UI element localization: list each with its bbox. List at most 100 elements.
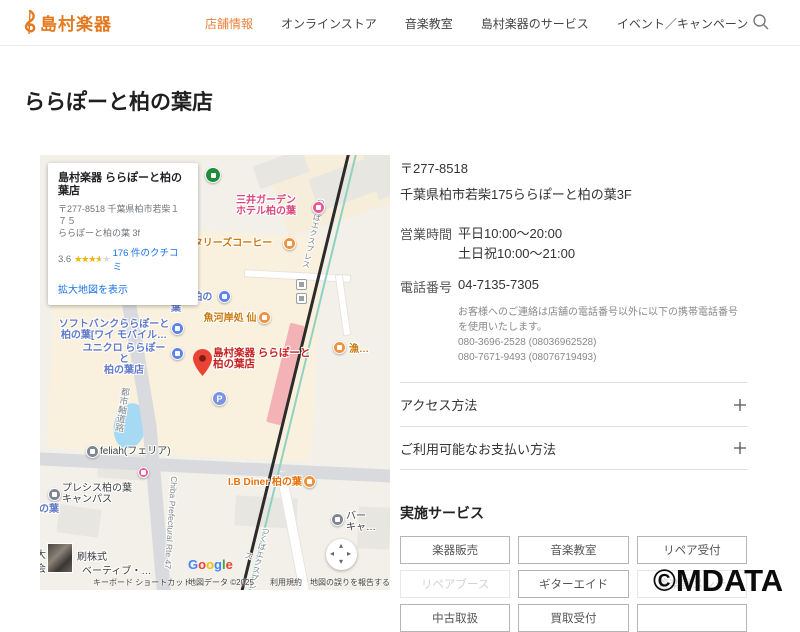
road-minor [278,477,311,590]
map-card-address: 〒277-8518 千葉県柏市若柴１７５ ららぽーと柏の葉 3f [58,204,180,238]
pan-down-icon[interactable]: ▾ [339,558,343,566]
poi-feliah[interactable]: feliah(フェリア) [100,446,195,457]
accordion-list: アクセス方法 ご利用可能なお支払い方法 [400,382,747,470]
place-pin-icon[interactable] [48,488,61,501]
parking-poi-icon[interactable]: P [212,391,227,406]
accordion-payment-label: ご利用可能なお支払い方法 [400,441,557,457]
phone-note: お客様へのご連絡は店舗の電話番号以外に以下の携帯電話番号を使用いたします。 08… [458,305,747,365]
phone-row: 電話番号 04-7135-7305 [400,277,747,296]
map-data-label: 地図データ ©2025 [188,578,254,587]
map-card-title: 島村楽器 ららぽーと柏の葉店 [58,172,183,197]
plus-icon [734,398,746,411]
poi-uniqlo[interactable]: ユニクロ ららぽーと 柏の葉店 [78,343,170,376]
service-music-school[interactable]: 音楽教室 [518,536,629,564]
hours-row: 営業時間 平日10:00〜20:00 土日祝10:00〜21:00 [400,224,747,264]
plus-icon [734,442,746,454]
pink-poi-icon[interactable] [138,467,149,478]
rating-value: 3.6 [58,253,72,265]
road-minor [335,274,351,336]
map-photo-caption: 刷株式 [77,552,107,563]
hours-weekend: 土日祝10:00〜21:00 [458,246,576,261]
poi-partial-noha[interactable]: の葉 [40,504,62,515]
nav-services[interactable]: 島村楽器のサービス [481,15,589,32]
pan-up-icon[interactable]: ▴ [339,542,343,550]
bar-poi-icon[interactable] [303,475,316,488]
service-hidden[interactable] [636,604,747,632]
poi-ib-diner[interactable]: I.B Diner 柏の葉 [228,477,308,488]
page-title: ららぽーと柏の葉店 [24,91,213,114]
enlarge-map-link[interactable]: 拡大地図を表示 [58,281,188,296]
google-logo[interactable]: Google [188,557,233,572]
hotel-poi-icon[interactable] [312,201,325,214]
report-error-link[interactable]: 地図の誤りを報告する [310,577,390,588]
services-title: 実施サービス [400,505,484,521]
poi-softbank[interactable]: ソフトバンクららぽーと 柏の葉[ワイ モバイル… [58,319,170,341]
google-map-embed[interactable]: → ← つくばエクスプレス つくばエクスプレス 都市軸道路 Chiba Pref… [40,155,390,590]
treble-clef-icon [24,9,36,35]
service-repair-booth[interactable]: リペアブース [400,570,511,598]
restaurant-poi-icon[interactable] [258,311,271,324]
service-guitar-aid[interactable]: ギターエイド [518,570,629,598]
pan-right-icon[interactable]: ▸ [347,550,351,558]
poi-tullys-coffee[interactable]: タリーズコーヒー [185,238,280,249]
shop-poi-icon[interactable] [171,347,184,360]
map-attribution: キーボード ショートカット 地図データ ©2025 利用規約 地図の誤りを報告す… [40,577,390,589]
poi-purecis[interactable]: プレシス柏の葉 キャンパス [62,483,136,505]
service-used-instruments[interactable]: 中古取扱 [400,604,511,632]
station-entrance-icon[interactable] [296,279,307,290]
poi-mitsui-garden-hotel[interactable]: 三井ガーデン ホテル柏の葉 [222,195,310,217]
keyboard-shortcuts-link[interactable]: キーボード ショートカット [93,577,191,588]
mobile-number-1: 080-3696-2528 (08036962528) [458,337,597,348]
nav-store-info[interactable]: 店舗情報 [205,15,253,32]
map-photo-caption: ベーティブ・… [82,566,152,577]
map-info-card: 島村楽器 ららぽーと柏の葉店 〒277-8518 千葉県柏市若柴１７５ ららぽー… [48,163,198,305]
accordion-access-label: アクセス方法 [400,398,478,413]
phone-label: 電話番号 [400,280,453,295]
hours-weekday: 平日10:00〜20:00 [458,226,563,241]
nav-music-school[interactable]: 音楽教室 [405,15,453,32]
park-poi-icon[interactable] [205,167,221,183]
phone-note-text: お客様へのご連絡は店舗の電話番号以外に以下の携帯電話番号を使用いたします。 [458,307,738,333]
pan-left-icon[interactable]: ◂ [330,550,334,558]
map-card-rating: 3.6 ★★★★★ ★★★★★ 176 件のクチコミ [58,245,188,273]
reviews-link[interactable]: 176 件のクチコミ [113,245,188,273]
nav-events[interactable]: イベント／キャンペーン [617,15,748,32]
terms-link[interactable]: 利用規約 [270,577,302,588]
search-icon[interactable] [752,13,770,36]
main-nav: 店舗情報 オンラインストア 音楽教室 島村楽器のサービス イベント／キャンペーン [205,0,748,46]
postal-code: 〒277-8518 [400,161,468,176]
poi-uogashi-sen[interactable]: 魚河岸処 仙 [200,313,260,324]
accordion-payment[interactable]: ご利用可能なお支払い方法 [400,426,747,470]
map-partial-text: 会 [40,564,46,575]
header: 島村楽器 店舗情報 オンラインストア 音楽教室 島村楽器のサービス イベント／キ… [0,0,800,46]
store-info-panel: 〒277-8518 千葉県柏市若柴175ららぽーと柏の葉3F 営業時間 平日10… [400,158,747,632]
place-pin-icon[interactable] [86,445,99,458]
poi-ryoshi-partial[interactable]: 漁… [349,344,379,355]
restaurant-poi-icon[interactable] [333,341,346,354]
map-building [56,504,102,538]
map-partial-text: 大 [40,550,46,561]
star-rating-icon: ★★★★★ ★★★★★ [74,253,110,264]
service-buyback[interactable]: 買取受付 [518,604,629,632]
watermark: ©MDATA [653,563,784,598]
map-photo-thumbnail[interactable] [47,543,73,573]
service-instrument-sales[interactable]: 楽器販売 [400,536,511,564]
mobile-number-2: 080-7671-9493 (08076719493) [458,352,597,363]
station-entrance-icon[interactable] [296,293,307,304]
place-pin-icon[interactable] [331,513,344,526]
poi-shimamura-store[interactable]: 島村楽器 ららぽーと 柏の葉店 [213,348,311,370]
road-arrow: → [238,455,247,465]
brand-logo[interactable]: 島村楽器 [22,9,112,36]
pan-control[interactable]: ▴ ▾ ◂ ▸ [326,539,357,570]
phone-number[interactable]: 04-7135-7305 [458,277,539,296]
cafe-poi-icon[interactable] [283,237,296,250]
accordion-access[interactable]: アクセス方法 [400,382,747,426]
mall-poi-icon[interactable] [218,290,231,303]
nav-online-store[interactable]: オンラインストア [281,15,377,32]
poi-bar-partial[interactable]: バー キャ… [346,511,380,533]
hours-label: 営業時間 [400,227,453,242]
service-repair-reception[interactable]: リペア受付 [636,536,747,564]
shop-poi-icon[interactable] [171,322,184,335]
store-address: 千葉県柏市若柴175ららぽーと柏の葉3F [400,187,632,202]
store-marker-pin[interactable] [193,349,212,376]
